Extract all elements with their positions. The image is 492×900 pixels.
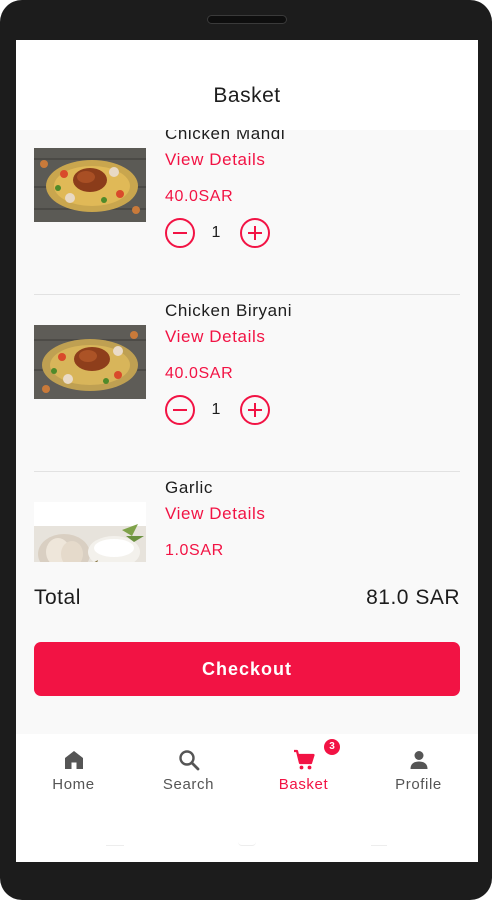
item-price: 40.0SAR: [165, 365, 234, 382]
home-icon: [65, 751, 83, 769]
decrease-quantity-button[interactable]: [165, 395, 195, 425]
search-icon: [179, 750, 200, 771]
view-details-link[interactable]: View Details: [165, 504, 265, 524]
basket-list[interactable]: Chicken Mandi View Details 40.0SAR 1 Chi…: [16, 130, 478, 562]
increase-quantity-button[interactable]: [240, 218, 270, 248]
system-nav-hint: [238, 842, 256, 846]
app-screen: Basket Chicken Mandi View Details 40.0SA…: [16, 40, 478, 862]
quantity-value: 1: [211, 224, 221, 241]
item-name: Chicken Mandi: [165, 130, 286, 143]
item-price: 1.0SAR: [165, 542, 224, 559]
nav-item-home[interactable]: Home: [16, 734, 131, 804]
item-price: 40.0SAR: [165, 188, 234, 205]
view-details-link[interactable]: View Details: [165, 327, 265, 347]
basket-item: Chicken Mandi View Details 40.0SAR 1: [16, 130, 478, 295]
nav-item-basket[interactable]: 3 Basket: [246, 734, 361, 804]
total-value: 81.0 SAR: [366, 586, 460, 609]
cart-icon: [294, 749, 315, 770]
phone-frame: Basket Chicken Mandi View Details 40.0SA…: [0, 0, 492, 900]
chicken-biryani-photo: [34, 325, 146, 399]
chicken-mandi-photo: [34, 148, 146, 222]
total-label: Total: [34, 586, 81, 609]
quantity-value: 1: [211, 401, 221, 418]
system-nav-hint: [371, 842, 387, 846]
bottom-navigation: Home Search 3 Basket Profile: [16, 734, 478, 862]
increase-quantity-button[interactable]: [240, 395, 270, 425]
nav-label: Basket: [278, 776, 329, 793]
nav-label: Home: [52, 776, 95, 793]
speaker-grille: [207, 15, 287, 24]
view-details-link[interactable]: View Details: [165, 150, 265, 170]
item-name: Chicken Biryani: [165, 301, 293, 320]
app-bar: Basket: [16, 40, 478, 130]
garlic-dip-photo: [34, 502, 146, 562]
basket-item: Chicken Biryani View Details 40.0SAR 1: [16, 295, 478, 472]
cart-count-badge: 3: [324, 739, 340, 755]
system-nav-hint: [106, 842, 124, 846]
nav-label: Search: [162, 776, 215, 793]
nav-item-search[interactable]: Search: [131, 734, 246, 804]
nav-label: Profile: [395, 776, 442, 793]
checkout-button[interactable]: Checkout: [34, 642, 460, 696]
basket-item: Garlic View Details 1.0SAR: [16, 472, 478, 562]
page-title: Basket: [213, 84, 281, 107]
nav-item-profile[interactable]: Profile: [361, 734, 476, 804]
person-icon: [410, 751, 428, 769]
item-name: Garlic: [165, 478, 213, 497]
decrease-quantity-button[interactable]: [165, 218, 195, 248]
